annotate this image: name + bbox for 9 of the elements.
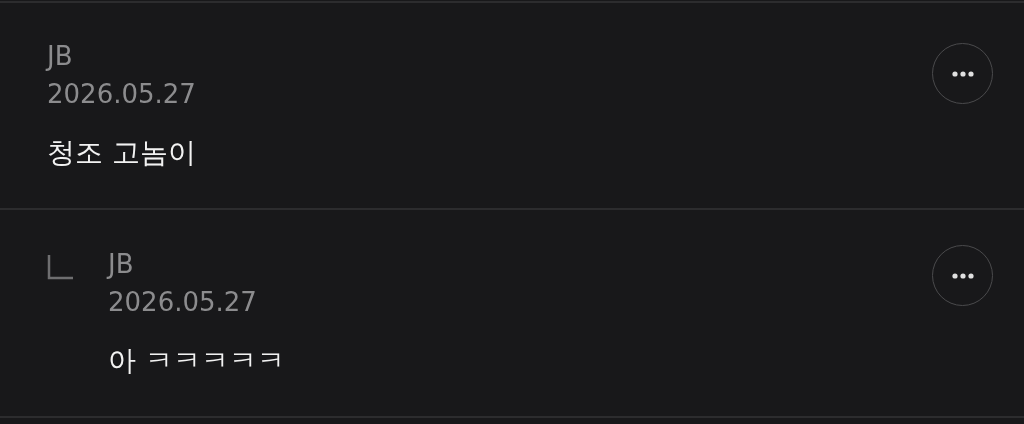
comment-date: 2026.05.27	[108, 286, 258, 319]
comment-date: 2026.05.27	[47, 78, 197, 111]
reply-icon	[47, 254, 73, 280]
more-icon	[951, 70, 974, 77]
author-name: JB	[47, 40, 74, 73]
comment-text: 청조 고놈이	[47, 135, 197, 171]
comment-text: 아 ㅋㅋㅋㅋㅋ	[108, 343, 286, 379]
more-icon	[951, 272, 974, 279]
author-name: JB	[108, 248, 135, 281]
